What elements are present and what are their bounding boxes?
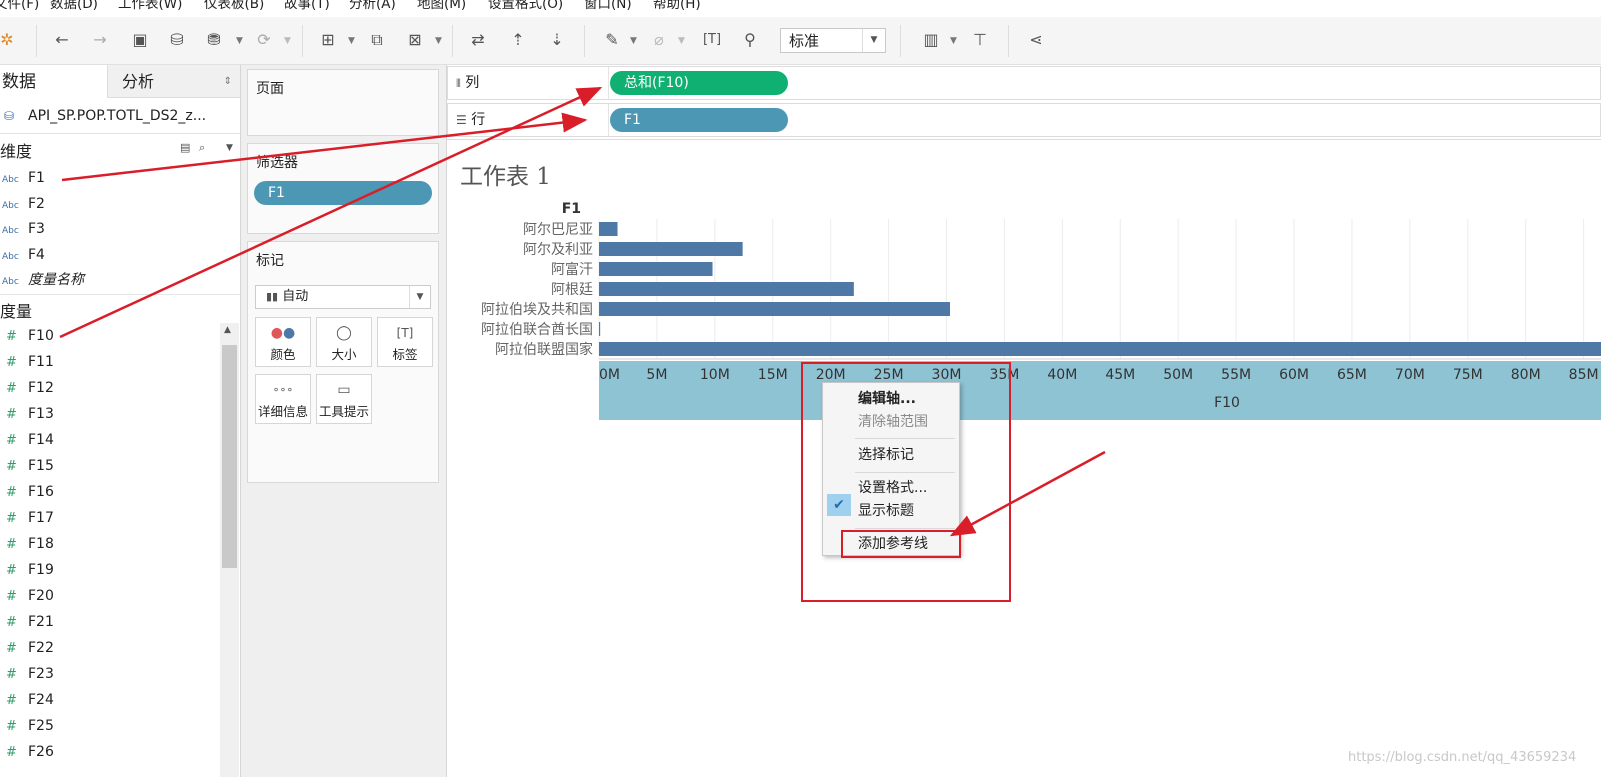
annotation-arrows xyxy=(59,86,1106,537)
annotation-arrow xyxy=(949,450,1106,537)
annotation-arrow xyxy=(61,112,588,182)
annotation-arrow xyxy=(59,86,603,339)
watermark: https://blog.csdn.net/qq_43659234 xyxy=(1348,750,1577,765)
